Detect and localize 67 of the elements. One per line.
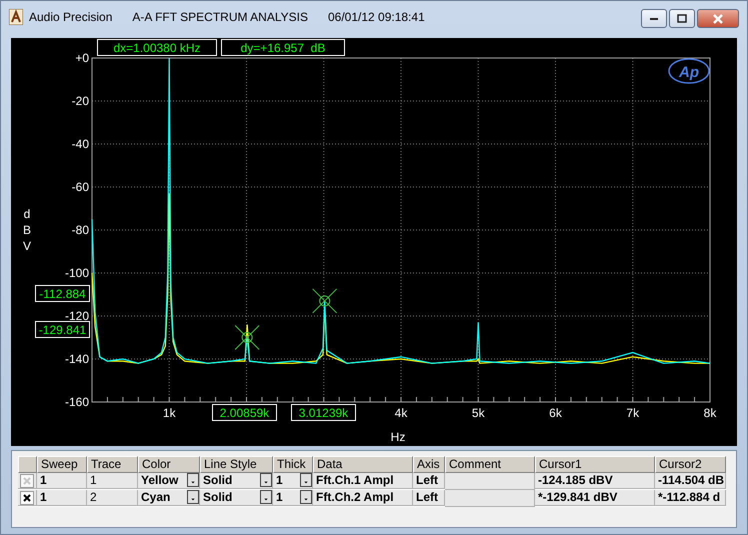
column-header[interactable]: Color [138, 456, 200, 473]
app-name: Audio Precision [29, 9, 112, 25]
column-header[interactable]: Cursor2 [655, 456, 726, 473]
cursor-marker[interactable] [234, 325, 260, 350]
window-title: A-A FFT SPECTRUM ANALYSIS [132, 9, 308, 25]
x-tick-label: 6k [549, 406, 562, 420]
y-tick-label: -100 [64, 266, 89, 280]
y-tick-label: -160 [64, 395, 89, 409]
app-icon [9, 9, 23, 25]
table-cell: Fft.Ch.2 Ampl [313, 490, 413, 506]
minimize-button[interactable] [641, 9, 667, 28]
dropdown-field[interactable]: Yellow [138, 473, 200, 489]
x-tick-label: 1k [162, 406, 176, 420]
minimize-icon [649, 16, 659, 20]
x-tick-label: 4k [394, 406, 408, 420]
logo: Ap [668, 58, 710, 84]
dropdown-field[interactable]: Solid [200, 473, 273, 489]
x-tick-label: 7k [626, 406, 640, 420]
y-tick-label: -20 [72, 94, 89, 108]
y-axis-title: dBV [23, 207, 31, 253]
column-header[interactable]: Trace [87, 456, 138, 473]
column-header[interactable]: Data [313, 456, 413, 473]
cursor-readout: dx=1.00380 kHz [97, 39, 217, 56]
y-tick-label: -140 [64, 352, 89, 366]
dropdown-field[interactable]: Cyan [138, 490, 200, 506]
y-tick-label: +0 [75, 51, 89, 65]
table-cell: -114.504 dB [655, 473, 726, 489]
checkbox[interactable] [20, 490, 34, 504]
x-tick-label: 8k [704, 406, 716, 420]
cursor-readout: -129.841 [35, 321, 90, 338]
cursor-marker[interactable] [312, 288, 338, 314]
column-header[interactable]: Line Style [200, 456, 273, 473]
y-tick-label: -80 [72, 223, 89, 237]
column-header[interactable]: Sweep [37, 456, 87, 473]
close-icon [712, 14, 724, 24]
x-axis-title: Hz [390, 430, 406, 444]
column-header [18, 456, 37, 473]
column-header[interactable]: Thick [273, 456, 313, 473]
table-cell: *-129.841 dBV [535, 490, 655, 506]
close-button[interactable] [697, 9, 739, 28]
dropdown-field[interactable]: 1 [273, 490, 313, 506]
table-cell: 1 [87, 473, 138, 489]
table-cell: *-112.884 d [655, 490, 726, 506]
table-cell: 1 [37, 490, 87, 506]
y-tick-label: -120 [64, 309, 89, 323]
y-tick-label: -60 [72, 180, 89, 194]
table-cell: 1 [37, 473, 87, 489]
column-header[interactable]: Cursor1 [535, 456, 655, 473]
table-cell: Left [413, 473, 445, 489]
table-cell: -124.185 dBV [535, 473, 655, 489]
checkbox[interactable] [20, 474, 34, 488]
dropdown-field[interactable]: Solid [200, 490, 273, 506]
table-cell: 2 [87, 490, 138, 506]
cursor-readout: 2.00859k [212, 404, 277, 421]
column-header[interactable]: Comment [445, 456, 535, 473]
timestamp: 06/01/12 09:18:41 [328, 9, 425, 25]
table-cell: Left [413, 490, 445, 506]
maximize-icon [677, 14, 687, 23]
x-tick-label: 5k [472, 406, 485, 420]
cursor-readout: 3.01239k [291, 404, 356, 421]
maximize-button[interactable] [669, 9, 695, 28]
cursor-readout: dy=+16.957 dB [221, 39, 345, 56]
dropdown-field[interactable]: 1 [273, 473, 313, 489]
table-cell: Fft.Ch.1 Ampl [313, 473, 413, 489]
y-tick-label: -40 [72, 137, 89, 151]
column-header[interactable]: Axis [413, 456, 445, 473]
cursor-readout: -112.884 [35, 285, 90, 302]
